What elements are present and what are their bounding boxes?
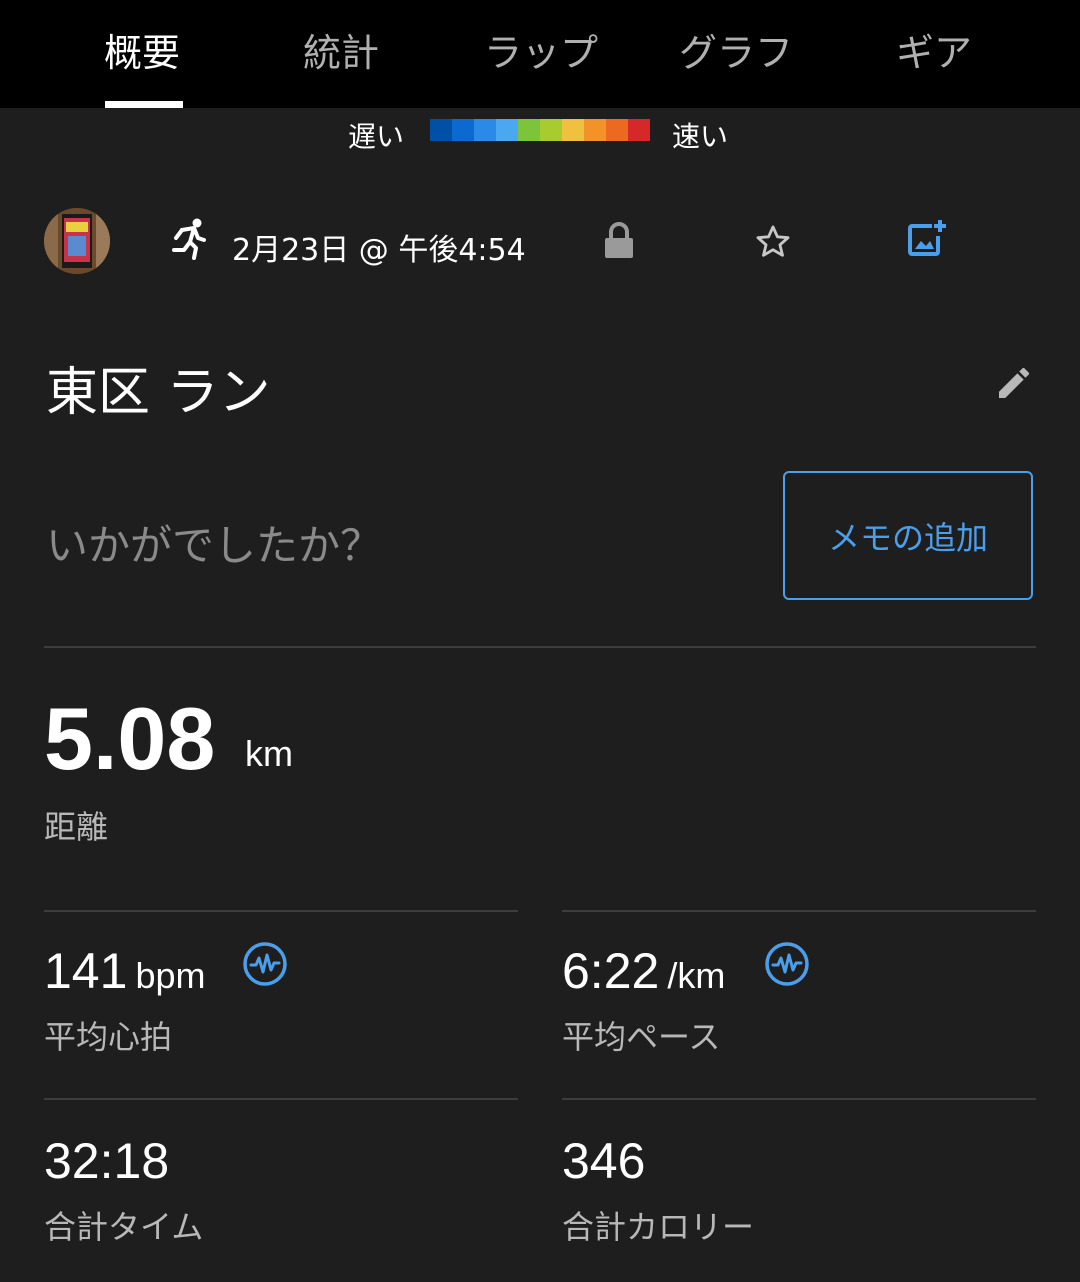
avg-pace-label: 平均ペース xyxy=(562,1018,721,1056)
pace-color-segment xyxy=(496,119,518,141)
total-time-label: 合計タイム xyxy=(44,1208,204,1246)
total-calories-value: 346 xyxy=(562,1133,646,1189)
tab-graphs[interactable]: グラフ xyxy=(679,22,793,75)
pace-color-segment xyxy=(474,119,496,141)
lock-icon[interactable] xyxy=(603,222,635,260)
avg-pace-stat: 6:22/km xyxy=(562,942,725,1000)
total-time-value: 32:18 xyxy=(44,1133,170,1189)
star-icon[interactable] xyxy=(754,223,792,261)
tab-overview[interactable]: 概要 xyxy=(104,22,180,75)
activity-title: 東区 ラン xyxy=(46,363,271,423)
add-memo-button[interactable]: メモの追加 xyxy=(783,471,1033,600)
how-was-it-prompt: いかがでしたか？ xyxy=(46,521,383,570)
distance-unit: km xyxy=(245,733,293,774)
pace-color-segment xyxy=(606,119,628,141)
edit-pencil-icon[interactable] xyxy=(994,363,1034,403)
pace-sensor-icon xyxy=(765,942,809,986)
pace-color-segment xyxy=(430,119,452,141)
avg-hr-label: 平均心拍 xyxy=(44,1018,173,1056)
avg-pace-unit: /km xyxy=(667,955,726,996)
tab-bar: 概要 統計 ラップ グラフ ギア xyxy=(0,0,1080,108)
divider xyxy=(562,1098,1036,1100)
heart-rate-sensor-icon xyxy=(243,942,287,986)
add-photo-icon[interactable] xyxy=(906,218,948,260)
pace-color-segment xyxy=(584,119,606,141)
pace-legend: 遅い 速い xyxy=(0,112,1080,156)
avg-pace-value: 6:22 xyxy=(562,943,660,999)
avg-hr-stat: 141 bpm xyxy=(44,942,205,1000)
activity-datetime: 2月23日 @ 午後4:54 xyxy=(232,233,526,268)
pace-color-segment xyxy=(562,119,584,141)
distance-value: 5.08 xyxy=(44,689,216,788)
running-icon xyxy=(172,218,206,260)
divider xyxy=(44,646,1036,648)
divider xyxy=(562,910,1036,912)
tab-stats[interactable]: 統計 xyxy=(303,22,379,75)
legend-slow-label: 遅い xyxy=(348,120,405,153)
pace-color-segment xyxy=(540,119,562,141)
avatar-image xyxy=(44,208,110,274)
pace-color-scale xyxy=(430,119,650,141)
avatar[interactable] xyxy=(44,208,110,274)
active-tab-indicator xyxy=(105,101,183,108)
divider xyxy=(44,1098,518,1100)
total-calories-label: 合計カロリー xyxy=(562,1208,755,1246)
avg-hr-unit: bpm xyxy=(135,955,206,996)
tab-gear[interactable]: ギア xyxy=(896,22,972,75)
legend-fast-label: 速い xyxy=(672,120,729,153)
avg-hr-value: 141 xyxy=(44,943,128,999)
pace-color-segment xyxy=(452,119,474,141)
pace-color-segment xyxy=(628,119,650,141)
tab-laps[interactable]: ラップ xyxy=(484,22,598,75)
pace-color-segment xyxy=(518,119,540,141)
divider xyxy=(44,910,518,912)
distance-label: 距離 xyxy=(44,808,109,846)
